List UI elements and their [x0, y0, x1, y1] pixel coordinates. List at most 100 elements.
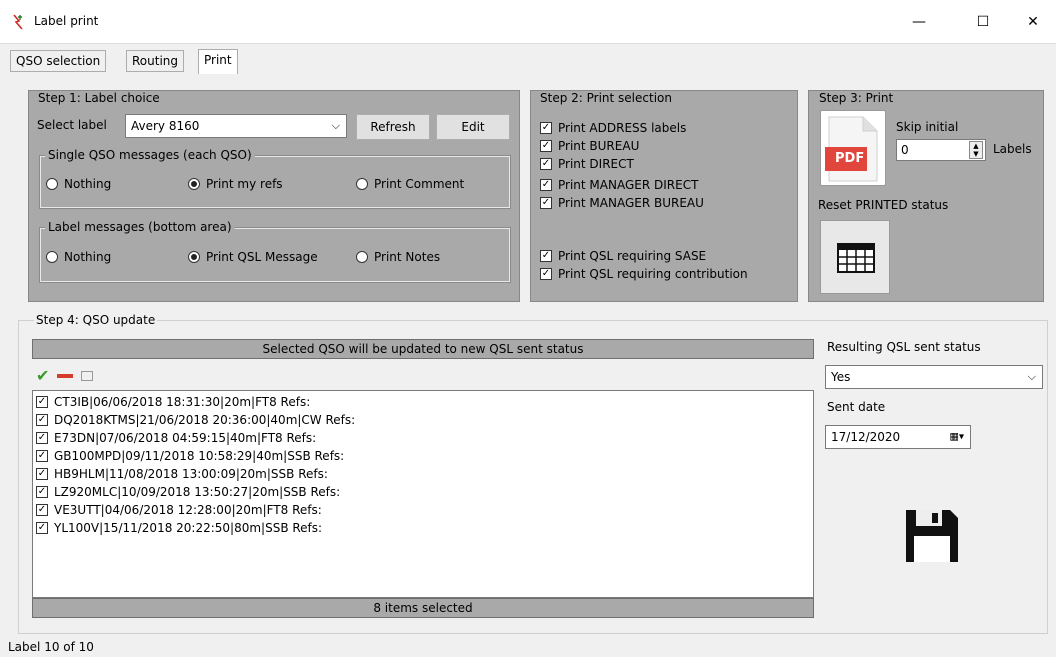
checkbox-checked-icon[interactable]: ✓	[36, 396, 48, 408]
list-item-text: YL100V|15/11/2018 20:22:50|80m|SSB Refs:	[54, 521, 323, 535]
edit-button[interactable]: Edit	[436, 114, 510, 140]
radio-label: Print my refs	[206, 177, 283, 191]
step2-legend: Step 2: Print selection	[538, 91, 674, 105]
refresh-button[interactable]: Refresh	[356, 114, 430, 140]
list-item[interactable]: ✓ E73DN|07/06/2018 04:59:15|40m|FT8 Refs:	[36, 429, 316, 447]
step3-legend: Step 3: Print	[817, 91, 896, 105]
radio-selected-icon	[188, 251, 200, 263]
checkbox-checked-icon[interactable]: ✓	[36, 504, 48, 516]
qso-list[interactable]: ✓ CT3IB|06/06/2018 18:31:30|20m|FT8 Refs:…	[32, 390, 814, 598]
table-grid-icon	[837, 243, 875, 273]
print-address-labels-checkbox[interactable]: ✓ Print ADDRESS labels	[540, 121, 686, 135]
checkbox-checked-icon[interactable]: ✓	[36, 468, 48, 480]
list-item-text: VE3UTT|04/06/2018 12:28:00|20m|FT8 Refs:	[54, 503, 322, 517]
list-toolbar: ✔	[36, 366, 94, 385]
print-qsl-contribution-checkbox[interactable]: ✓ Print QSL requiring contribution	[540, 267, 748, 281]
label-print-notes-radio[interactable]: Print Notes	[356, 250, 440, 264]
label-print-qsl-message-radio[interactable]: Print QSL Message	[188, 250, 318, 264]
resulting-status-select[interactable]: Yes ⌵	[825, 365, 1043, 389]
sent-date-picker[interactable]: 17/12/2020 ▦▾	[825, 425, 971, 449]
checkbox-label: Print MANAGER BUREAU	[558, 196, 704, 210]
chevron-down-icon: ⌵	[331, 119, 340, 132]
copy-icon[interactable]	[81, 370, 94, 381]
checkbox-label: Print BUREAU	[558, 139, 640, 153]
list-item[interactable]: ✓ HB9HLM|11/08/2018 13:00:09|20m|SSB Refs…	[36, 465, 328, 483]
title-bar: Label print — ☐ ✕	[0, 0, 1056, 44]
floppy-disk-icon	[906, 510, 958, 562]
checkbox-checked-icon[interactable]: ✓	[36, 432, 48, 444]
tab-routing[interactable]: Routing	[126, 50, 185, 72]
checkbox-label: Print QSL requiring SASE	[558, 249, 707, 263]
maximize-icon: ☐	[976, 14, 990, 30]
label-messages-legend: Label messages (bottom area)	[45, 220, 235, 234]
maximize-button[interactable]: ☐	[960, 0, 1006, 44]
calendar-icon[interactable]: ▦▾	[950, 432, 964, 443]
print-manager-direct-checkbox[interactable]: ✓ Print MANAGER DIRECT	[540, 178, 698, 192]
radio-icon	[356, 178, 368, 190]
list-item-text: E73DN|07/06/2018 04:59:15|40m|FT8 Refs:	[54, 431, 317, 445]
checkbox-checked-icon[interactable]: ✓	[36, 522, 48, 534]
labels-text: Labels	[993, 142, 1032, 156]
print-direct-checkbox[interactable]: ✓ Print DIRECT	[540, 157, 634, 171]
radio-label: Nothing	[64, 250, 112, 264]
list-item-text: DQ2018KTMS|21/06/2018 20:36:00|40m|CW Re…	[54, 413, 356, 427]
pdf-label: PDF	[835, 151, 865, 166]
checkbox-checked-icon: ✓	[540, 122, 552, 134]
status-bar-text: Label 10 of 10	[8, 640, 94, 654]
label-nothing-radio[interactable]: Nothing	[46, 250, 111, 264]
close-icon: ✕	[1027, 14, 1039, 30]
checkbox-checked-icon: ✓	[540, 197, 552, 209]
save-button[interactable]	[902, 506, 962, 566]
list-item-text: GB100MPD|09/11/2018 10:58:29|40m|SSB Ref…	[54, 449, 345, 463]
reset-printed-button[interactable]	[820, 220, 890, 294]
reset-printed-label: Reset PRINTED status	[818, 198, 949, 212]
list-item[interactable]: ✓ VE3UTT|04/06/2018 12:28:00|20m|FT8 Refs…	[36, 501, 322, 519]
selected-count-footer: 8 items selected	[32, 598, 814, 618]
pdf-button[interactable]: PDF	[820, 110, 886, 186]
list-item-text: CT3IB|06/06/2018 18:31:30|20m|FT8 Refs:	[54, 395, 311, 409]
skip-initial-spinner[interactable]: 0 ▲ ▼	[896, 139, 986, 161]
radio-label: Print QSL Message	[206, 250, 318, 264]
checkbox-checked-icon: ✓	[540, 250, 552, 262]
single-qso-legend: Single QSO messages (each QSO)	[45, 148, 255, 162]
tab-print[interactable]: Print	[198, 49, 238, 74]
skip-initial-label: Skip initial	[896, 120, 959, 134]
check-all-icon[interactable]: ✔	[36, 366, 49, 385]
qso-list-header: Selected QSO will be updated to new QSL …	[32, 339, 814, 359]
print-bureau-checkbox[interactable]: ✓ Print BUREAU	[540, 139, 639, 153]
radio-icon	[46, 178, 58, 190]
list-item-text: HB9HLM|11/08/2018 13:00:09|20m|SSB Refs:	[54, 467, 328, 481]
checkbox-checked-icon: ✓	[540, 179, 552, 191]
list-item[interactable]: ✓ DQ2018KTMS|21/06/2018 20:36:00|40m|CW R…	[36, 411, 355, 429]
single-nothing-radio[interactable]: Nothing	[46, 177, 111, 191]
window-title: Label print	[34, 14, 99, 28]
step4-legend: Step 4: QSO update	[34, 313, 158, 327]
tab-qso-selection[interactable]: QSO selection	[10, 50, 107, 72]
checkbox-label: Print DIRECT	[558, 157, 634, 171]
checkbox-checked-icon[interactable]: ✓	[36, 414, 48, 426]
radio-label: Nothing	[64, 177, 112, 191]
print-manager-bureau-checkbox[interactable]: ✓ Print MANAGER BUREAU	[540, 196, 704, 210]
close-button[interactable]: ✕	[1010, 0, 1056, 44]
skip-initial-value: 0	[901, 143, 909, 157]
remove-icon[interactable]	[57, 373, 74, 378]
single-print-my-refs-radio[interactable]: Print my refs	[188, 177, 283, 191]
radio-icon	[356, 251, 368, 263]
list-item[interactable]: ✓ LZ920MLC|10/09/2018 13:50:27|20m|SSB Re…	[36, 483, 340, 501]
pdf-file-icon	[825, 116, 878, 182]
checkbox-checked-icon: ✓	[540, 158, 552, 170]
spinner-arrows-icon[interactable]: ▲ ▼	[969, 141, 983, 159]
checkbox-checked-icon[interactable]: ✓	[36, 450, 48, 462]
list-item[interactable]: ✓ YL100V|15/11/2018 20:22:50|80m|SSB Refs…	[36, 519, 322, 537]
label-select[interactable]: Avery 8160 ⌵	[125, 114, 347, 138]
radio-label: Print Comment	[374, 177, 465, 191]
checkbox-label: Print QSL requiring contribution	[558, 267, 748, 281]
list-item[interactable]: ✓ CT3IB|06/06/2018 18:31:30|20m|FT8 Refs:	[36, 393, 310, 411]
single-print-comment-radio[interactable]: Print Comment	[356, 177, 464, 191]
checkbox-checked-icon[interactable]: ✓	[36, 486, 48, 498]
checkbox-label: Print ADDRESS labels	[558, 121, 687, 135]
list-item[interactable]: ✓ GB100MPD|09/11/2018 10:58:29|40m|SSB Re…	[36, 447, 344, 465]
print-qsl-sase-checkbox[interactable]: ✓ Print QSL requiring SASE	[540, 249, 706, 263]
checkbox-label: Print MANAGER DIRECT	[558, 178, 699, 192]
minimize-button[interactable]: —	[896, 0, 942, 44]
